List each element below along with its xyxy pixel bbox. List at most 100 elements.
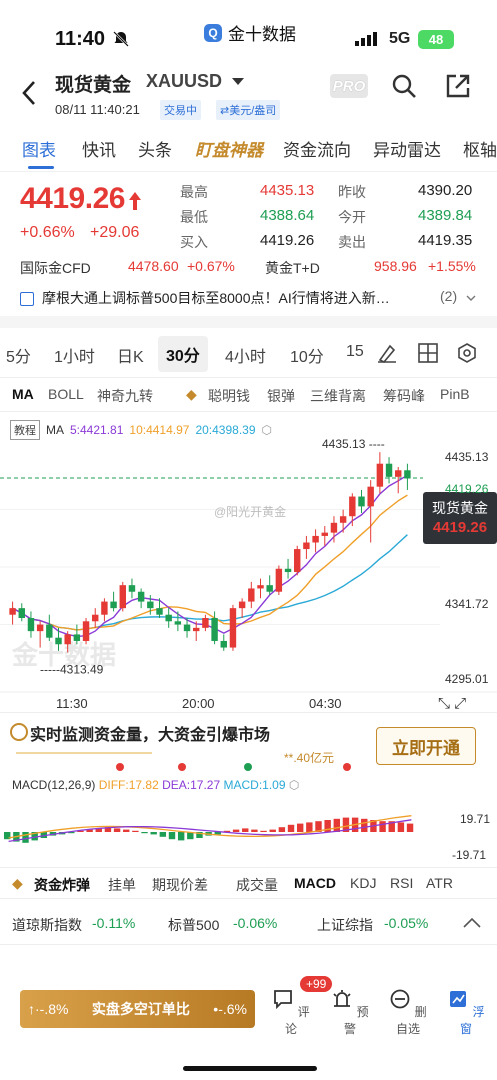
chevron-down-icon[interactable] <box>232 78 244 85</box>
tab-basis[interactable]: 期现价差 <box>152 875 208 895</box>
comment-count-badge: +99 <box>300 976 333 992</box>
ma5-line <box>12 474 408 638</box>
ind-nine[interactable]: 神奇九转 <box>97 386 153 406</box>
candle-body <box>367 486 374 507</box>
open-label: 今开 <box>338 209 366 225</box>
period-day[interactable]: 日K <box>117 343 144 367</box>
status-bar: 11:40 Q 金十数据 5G 48 <box>0 0 497 60</box>
share-icon[interactable] <box>444 72 472 100</box>
alert-button[interactable]: 预警 <box>330 988 370 1037</box>
tab-chart[interactable]: 图表 <box>22 136 56 161</box>
tab-atr[interactable]: ATR <box>426 875 453 891</box>
ind-divergence[interactable]: 三维背离 <box>310 386 366 406</box>
pro-button[interactable]: PRO <box>330 74 368 98</box>
macd-bar <box>232 829 240 832</box>
draw-tool-icon[interactable] <box>376 342 398 364</box>
period-5m[interactable]: 5分 <box>6 343 31 367</box>
instrument-code[interactable]: XAUUSD <box>146 71 222 92</box>
candle-body <box>339 516 347 523</box>
macd-dea: DEA:17.27 <box>162 778 221 792</box>
float-window-button[interactable]: 浮窗 <box>446 988 486 1037</box>
instrument-name[interactable]: 现货黄金 <box>55 70 131 97</box>
macd-bar <box>406 823 414 832</box>
header: 现货黄金 XAUUSD 08/11 11:40:21 交易中 ⇄美元/盎司 PR… <box>0 60 497 130</box>
fullscreen-icon[interactable]: ⤡ ⤢ <box>438 695 466 712</box>
index-name: 标普500 <box>168 917 220 933</box>
candle-body <box>321 532 328 536</box>
candle-body <box>46 624 53 638</box>
comment-icon <box>274 990 293 1010</box>
settings-small-icon[interactable]: ⬡ <box>289 778 299 792</box>
comment-button[interactable]: 评论 <box>271 988 311 1037</box>
news-ticker[interactable]: 摩根大通上调标普500目标至8000点！AI行情将进入新… (2) <box>0 282 497 312</box>
layout-grid-icon[interactable] <box>417 342 439 364</box>
macd-bar <box>242 828 249 832</box>
tab-fund-flow[interactable]: 资金流向 <box>283 136 351 161</box>
chevron-up-icon[interactable] <box>462 917 482 929</box>
tab-watch-tool[interactable]: 盯盘神器 <box>195 136 263 161</box>
network-type: 5G <box>389 30 411 47</box>
macd-axis-bottom: -19.71 <box>452 848 487 862</box>
tab-pivot[interactable]: 枢轴 <box>463 136 497 161</box>
remove-watchlist-button[interactable]: 删自选 <box>388 988 428 1037</box>
candle-body <box>211 617 218 641</box>
status-app-label: Q 金十数据 <box>204 20 296 45</box>
period-4h[interactable]: 4小时 <box>225 343 266 367</box>
ind-smart-money[interactable]: 聪明钱 <box>208 386 250 406</box>
bell-muted-icon <box>113 31 129 47</box>
ind-boll[interactable]: BOLL <box>48 386 84 402</box>
candle-body <box>174 621 182 625</box>
related-quotes[interactable]: 国际金CFD 4478.60 +0.67% 黄金T+D 958.96 +1.55… <box>0 252 497 282</box>
search-icon[interactable] <box>390 72 418 100</box>
tab-volume[interactable]: 成交量 <box>236 875 278 895</box>
candle-body <box>220 640 227 648</box>
period-15m[interactable]: 15 <box>346 343 364 361</box>
period-1h[interactable]: 1小时 <box>54 343 95 367</box>
period-30m[interactable]: 30分 <box>158 336 208 372</box>
y-axis-label: 4435.13 <box>445 450 489 464</box>
ind-chip[interactable]: 筹码峰 <box>383 386 425 406</box>
macd-bar <box>379 821 386 832</box>
status-app-name: 金十数据 <box>228 25 296 44</box>
candle-body <box>9 608 16 615</box>
tab-flash[interactable]: 快讯 <box>82 136 116 161</box>
news-text[interactable]: 摩根大通上调标普500目标至8000点！AI行情将进入新… <box>42 288 437 308</box>
tab-fund-bomb[interactable]: 资金炸弹 <box>34 875 90 895</box>
signal-icon <box>355 32 377 46</box>
tab-kdj[interactable]: KDJ <box>350 875 376 891</box>
chevron-down-icon[interactable] <box>466 294 476 302</box>
tab-anomaly-radar[interactable]: 异动雷达 <box>373 136 441 161</box>
promo-banner: 实时监测资金量，大资金引爆市场 **.40亿元 立即开通 <box>0 712 497 772</box>
price-chart[interactable]: 教程 MA 5:4421.81 10:4414.97 20:4398.39 ⬡ … <box>0 412 497 712</box>
index-ticker[interactable]: 道琼斯指数 -0.11% 标普500 -0.06% 上证综指 -0.05% <box>0 899 497 945</box>
buy-value: 4419.26 <box>260 232 315 249</box>
settings-icon[interactable] <box>456 342 478 364</box>
status-time: 11:40 <box>55 28 106 50</box>
activate-button[interactable]: 立即开通 <box>376 727 476 765</box>
index-name: 上证综指 <box>317 917 373 933</box>
ind-pinbar[interactable]: PinB <box>440 386 470 402</box>
long-short-banner[interactable]: ↑·-.8% 实盘多空订单比 •-.6% <box>20 990 255 1028</box>
tab-rsi[interactable]: RSI <box>390 875 413 891</box>
period-10m[interactable]: 10分 <box>290 343 324 367</box>
change-percent: +0.66% <box>20 224 75 241</box>
banner-right-value: •-.6% <box>213 1001 247 1017</box>
td-pct: +1.55% <box>428 258 476 274</box>
macd-panel[interactable]: MACD(12,26,9) DIFF:17.82 DEA:17.27 MACD:… <box>0 772 497 867</box>
candle-body <box>55 637 62 645</box>
td-name: 黄金T+D <box>265 260 320 276</box>
candle-body <box>92 614 99 622</box>
macd-label: MACD(12,26,9) <box>12 778 96 792</box>
unit-toggle-badge[interactable]: ⇄美元/盎司 <box>216 100 281 120</box>
back-icon[interactable] <box>18 78 42 108</box>
macd-bar <box>278 827 286 832</box>
cfd-name: 国际金CFD <box>20 260 91 276</box>
tab-macd[interactable]: MACD <box>294 875 336 891</box>
ind-ma[interactable]: MA <box>12 386 34 402</box>
candle-body <box>385 463 393 477</box>
macd-bar <box>260 830 267 832</box>
candle-body <box>395 470 402 477</box>
ind-silver-bullet[interactable]: 银弹 <box>267 386 295 406</box>
tab-headlines[interactable]: 头条 <box>138 136 172 161</box>
tab-orders[interactable]: 挂单 <box>108 875 136 895</box>
